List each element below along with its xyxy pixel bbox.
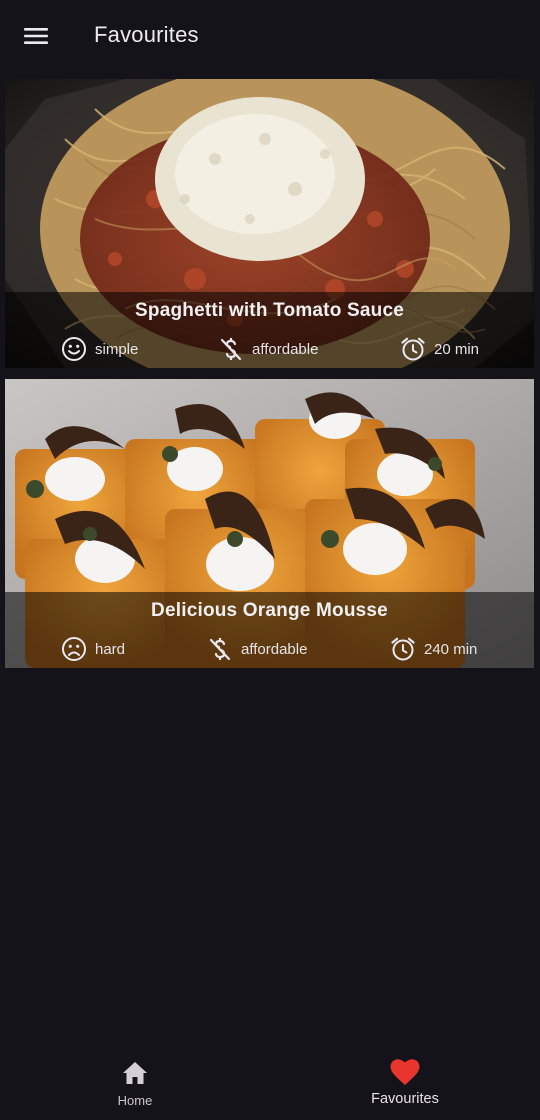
menu-button[interactable] [16, 16, 56, 56]
page-title: Favourites [94, 22, 199, 47]
nav-item-favourites[interactable]: Favourites [270, 1045, 540, 1120]
affordability-label: affordable [252, 340, 319, 358]
meal-meta-row: simple affordable 20 min [5, 334, 534, 364]
complexity-item: hard [61, 634, 125, 664]
affordability-item: affordable [218, 334, 318, 364]
duration-label: 240 min [424, 640, 478, 658]
duration-item: 240 min [390, 634, 477, 664]
complexity-label: simple [95, 340, 139, 358]
duration-label: 20 min [434, 340, 480, 358]
bottom-navigation: Home Favourites [0, 1045, 540, 1120]
meal-card[interactable]: Spaghetti with Tomato Sauce simple affor… [5, 79, 534, 368]
sad-face-icon [61, 636, 87, 662]
money-off-icon [207, 636, 233, 662]
alarm-clock-icon [390, 636, 416, 662]
heart-icon [390, 1059, 420, 1087]
smile-face-icon [61, 336, 87, 362]
affordability-label: affordable [241, 640, 308, 658]
app-bar: Favourites [0, 0, 540, 72]
meal-info-overlay: Spaghetti with Tomato Sauce simple affor… [5, 292, 534, 368]
meal-title: Delicious Orange Mousse [151, 600, 388, 621]
complexity-item: simple [61, 334, 138, 364]
meal-card[interactable]: Delicious Orange Mousse hard affordable … [5, 379, 534, 668]
nav-label-home: Home [117, 1093, 153, 1108]
money-off-icon [218, 336, 244, 362]
app-screen: Favourites Spaghetti with Tomato Sauce s… [0, 0, 540, 1120]
hamburger-menu-icon [24, 28, 48, 44]
home-icon [120, 1059, 150, 1087]
complexity-label: hard [95, 640, 126, 658]
nav-label-favourites: Favourites [371, 1091, 439, 1107]
meal-meta-row: hard affordable 240 min [5, 634, 534, 664]
meal-info-overlay: Delicious Orange Mousse hard affordable … [5, 592, 534, 668]
affordability-item: affordable [207, 634, 307, 664]
meal-title: Spaghetti with Tomato Sauce [135, 300, 404, 321]
duration-item: 20 min [400, 334, 479, 364]
alarm-clock-icon [400, 336, 426, 362]
nav-item-home[interactable]: Home [0, 1045, 270, 1120]
